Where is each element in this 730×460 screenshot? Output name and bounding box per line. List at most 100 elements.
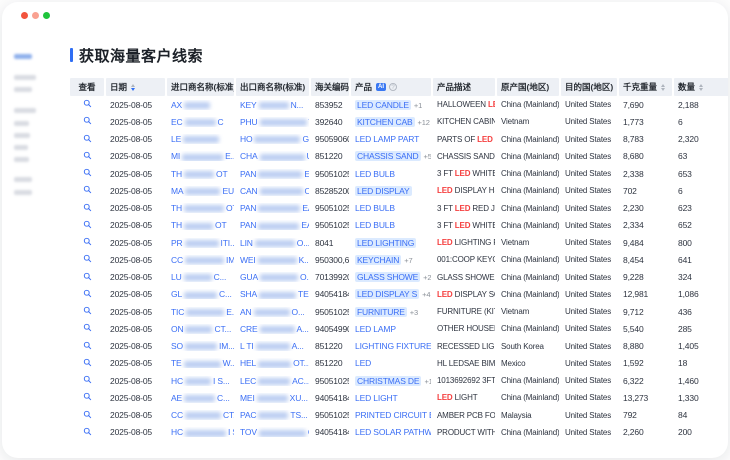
exporter-name[interactable]: PANEA... — [236, 203, 309, 213]
exporter-name[interactable]: ANO... — [236, 307, 309, 317]
exporter-name[interactable]: PANEA... — [236, 220, 309, 230]
importer-name[interactable]: GLC... — [167, 289, 234, 299]
view-search-icon[interactable] — [83, 392, 92, 403]
importer-name[interactable]: HCI S... — [167, 427, 234, 437]
view-search-icon[interactable] — [83, 323, 92, 334]
blurred-nav-item[interactable] — [14, 157, 29, 162]
product-link[interactable]: LED — [355, 358, 371, 368]
product-link[interactable]: LED SOLAR PATHW — [355, 427, 431, 437]
exporter-name[interactable]: PANEA... — [236, 169, 309, 179]
view-search-icon[interactable] — [83, 116, 92, 127]
product-extra-count[interactable]: +1 — [424, 377, 431, 386]
importer-name[interactable]: LE — [167, 134, 234, 144]
product-link[interactable]: LED LAMP — [355, 324, 396, 334]
exporter-name[interactable]: L TIA... — [236, 341, 309, 351]
column-header-10[interactable]: 数量 — [674, 78, 728, 96]
sort-icon[interactable] — [699, 84, 703, 91]
importer-name[interactable]: TICE... — [167, 307, 234, 317]
product-link[interactable]: LED DISPLAY S — [355, 289, 419, 299]
importer-name[interactable]: ECC — [167, 117, 234, 127]
exporter-name[interactable]: TOVC... — [236, 427, 309, 437]
exporter-name[interactable]: MEIXU... — [236, 393, 309, 403]
sort-icon[interactable] — [131, 84, 135, 91]
product-extra-count[interactable]: +5 — [424, 152, 432, 161]
exporter-name[interactable]: SHATE... — [236, 289, 309, 299]
product-link[interactable]: KITCHEN CAB — [355, 117, 415, 127]
view-search-icon[interactable] — [83, 341, 92, 352]
importer-name[interactable]: AX — [167, 100, 234, 110]
view-search-icon[interactable] — [83, 289, 92, 300]
view-search-icon[interactable] — [83, 254, 92, 265]
importer-name[interactable]: THOT — [167, 169, 234, 179]
product-extra-count[interactable]: +2 — [423, 273, 431, 282]
blurred-nav-item[interactable] — [14, 108, 36, 113]
view-search-icon[interactable] — [83, 272, 92, 283]
importer-name[interactable]: THOT — [167, 220, 234, 230]
importer-name[interactable]: MAEU — [167, 186, 234, 196]
column-header-9[interactable]: 千克重量 — [619, 78, 672, 96]
view-search-icon[interactable] — [83, 410, 92, 421]
importer-name[interactable]: LUC... — [167, 272, 234, 282]
column-header-1[interactable]: 日期 — [106, 78, 165, 96]
view-search-icon[interactable] — [83, 99, 92, 110]
info-icon[interactable]: ? — [389, 83, 397, 91]
exporter-name[interactable]: CREA... — [236, 324, 309, 334]
product-extra-count[interactable]: +4 — [422, 290, 430, 299]
view-search-icon[interactable] — [83, 185, 92, 196]
product-link[interactable]: LED BULB — [355, 203, 395, 213]
exporter-name[interactable]: HOGI... — [236, 134, 309, 144]
importer-name[interactable]: AEC... — [167, 393, 234, 403]
exporter-name[interactable]: CANO... — [236, 186, 309, 196]
view-search-icon[interactable] — [83, 203, 92, 214]
product-link[interactable]: PRINTED CIRCUIT B — [355, 410, 431, 420]
view-search-icon[interactable] — [83, 375, 92, 386]
exporter-name[interactable]: LECAC... — [236, 376, 309, 386]
product-extra-count[interactable]: +12 — [418, 118, 430, 127]
product-link[interactable]: LED CANDLE — [355, 100, 411, 110]
importer-name[interactable]: SOIM... — [167, 341, 234, 351]
exporter-name[interactable]: PHUVIE... — [236, 117, 309, 127]
view-search-icon[interactable] — [83, 134, 92, 145]
product-link[interactable]: CHASSIS SAND — [355, 151, 421, 161]
view-search-icon[interactable] — [83, 151, 92, 162]
view-search-icon[interactable] — [83, 306, 92, 317]
product-link[interactable]: LED BULB — [355, 220, 395, 230]
blurred-nav-item[interactable] — [14, 177, 32, 182]
product-link[interactable]: GLASS SHOWE — [355, 272, 420, 282]
product-link[interactable]: LED LIGHT — [355, 393, 398, 403]
product-link[interactable]: LED LIGHTING — [355, 238, 416, 248]
product-extra-count[interactable]: +7 — [404, 256, 412, 265]
product-link[interactable]: CHRISTMAS DE — [355, 376, 421, 386]
product-link[interactable]: FURNITURE — [355, 307, 407, 317]
importer-name[interactable]: ONCT... — [167, 324, 234, 334]
blurred-nav-item-active[interactable] — [14, 54, 32, 59]
product-link[interactable]: LED DISPLAY — [355, 186, 412, 196]
column-header-2[interactable]: 进口商名称(标准) — [167, 78, 234, 96]
blurred-nav-item[interactable] — [14, 133, 30, 138]
product-link[interactable]: LED BULB — [355, 169, 395, 179]
blurred-nav-item[interactable] — [14, 75, 36, 80]
exporter-name[interactable]: KEYN... — [236, 100, 309, 110]
blurred-nav-item[interactable] — [14, 87, 32, 92]
importer-name[interactable]: TEW... — [167, 358, 234, 368]
blurred-nav-item[interactable] — [14, 190, 32, 195]
exporter-name[interactable]: WEIK... — [236, 255, 309, 265]
exporter-name[interactable]: PACTS... — [236, 410, 309, 420]
product-link[interactable]: LIGHTING FIXTURE — [355, 341, 431, 351]
product-link[interactable]: KEYCHAIN — [355, 255, 401, 265]
view-search-icon[interactable] — [83, 168, 92, 179]
importer-name[interactable]: CCCT... — [167, 410, 234, 420]
importer-name[interactable]: CCIM... — [167, 255, 234, 265]
blurred-nav-item[interactable] — [14, 145, 28, 150]
exporter-name[interactable]: CHAU... — [236, 151, 309, 161]
column-header-3[interactable]: 出口商名称(标准) — [236, 78, 309, 96]
exporter-name[interactable]: LINO... — [236, 238, 309, 248]
importer-name[interactable]: THOT — [167, 203, 234, 213]
product-extra-count[interactable]: +3 — [410, 308, 418, 317]
importer-name[interactable]: MIE... — [167, 151, 234, 161]
view-search-icon[interactable] — [83, 427, 92, 438]
product-extra-count[interactable]: +1 — [414, 101, 422, 110]
sort-icon[interactable] — [661, 84, 665, 91]
view-search-icon[interactable] — [83, 237, 92, 248]
view-search-icon[interactable] — [83, 358, 92, 369]
